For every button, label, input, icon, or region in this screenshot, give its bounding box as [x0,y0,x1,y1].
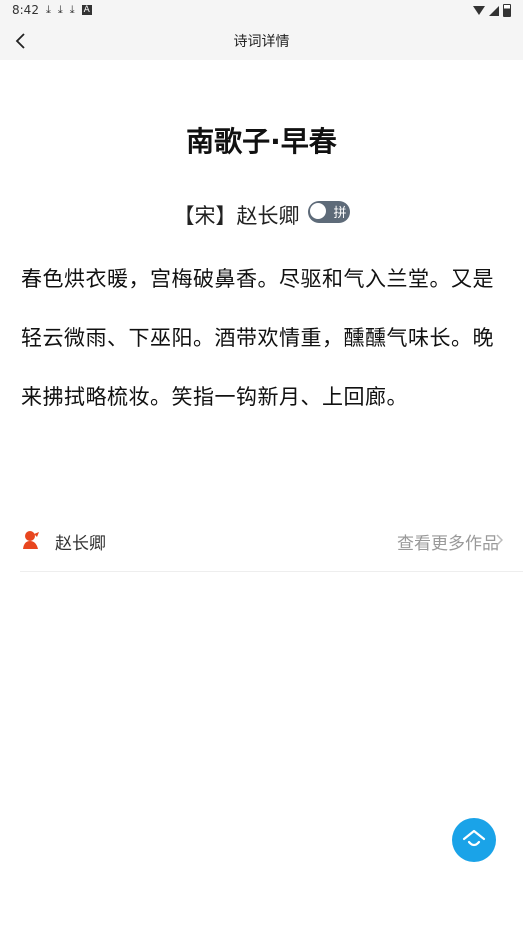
page-title: 诗词详情 [233,34,290,50]
author-name: 赵长卿 [55,534,106,554]
signal-icon [489,5,499,16]
a-icon: A [81,5,92,15]
poem-author-line: 【宋】 赵长卿 拼 [0,200,523,230]
system-icons [473,4,511,17]
poem-body: 春色烘衣暖，宫梅破鼻香。尽驱和气入兰堂。又是轻云微雨、下巫阳。酒带欢情重，醺醺气… [21,267,494,409]
wifi-icon [473,6,485,15]
status-bar: 8:42 ⤓ ⤓ ⤓ A [0,0,523,22]
pinyin-toggle[interactable]: 拼 [307,201,350,223]
chevron-up-smile-icon [462,829,486,847]
toggle-knob [308,202,327,220]
person-icon [23,531,39,549]
author-works-row[interactable]: 赵长卿 查看更多作品 [20,520,523,572]
chevron-right-icon [496,534,503,546]
more-works-link[interactable]: 查看更多作品 [397,529,499,554]
download-icon: ⤓ [69,3,75,16]
notification-icons: ⤓ ⤓ ⤓ A [46,3,92,17]
pinyin-label: 拼 [333,206,347,221]
app-header: 诗词详情 [0,22,523,60]
poem-dynasty: 【宋】 [173,204,237,228]
scroll-top-button[interactable] [452,818,496,862]
download-icon: ⤓ [46,3,51,16]
poem-author[interactable]: 赵长卿 [237,200,300,230]
poem-title: 南歌子·早春 [186,125,337,158]
status-time: 8:42 [12,3,39,17]
battery-icon [503,4,511,17]
download-icon: ⤓ [57,3,63,16]
